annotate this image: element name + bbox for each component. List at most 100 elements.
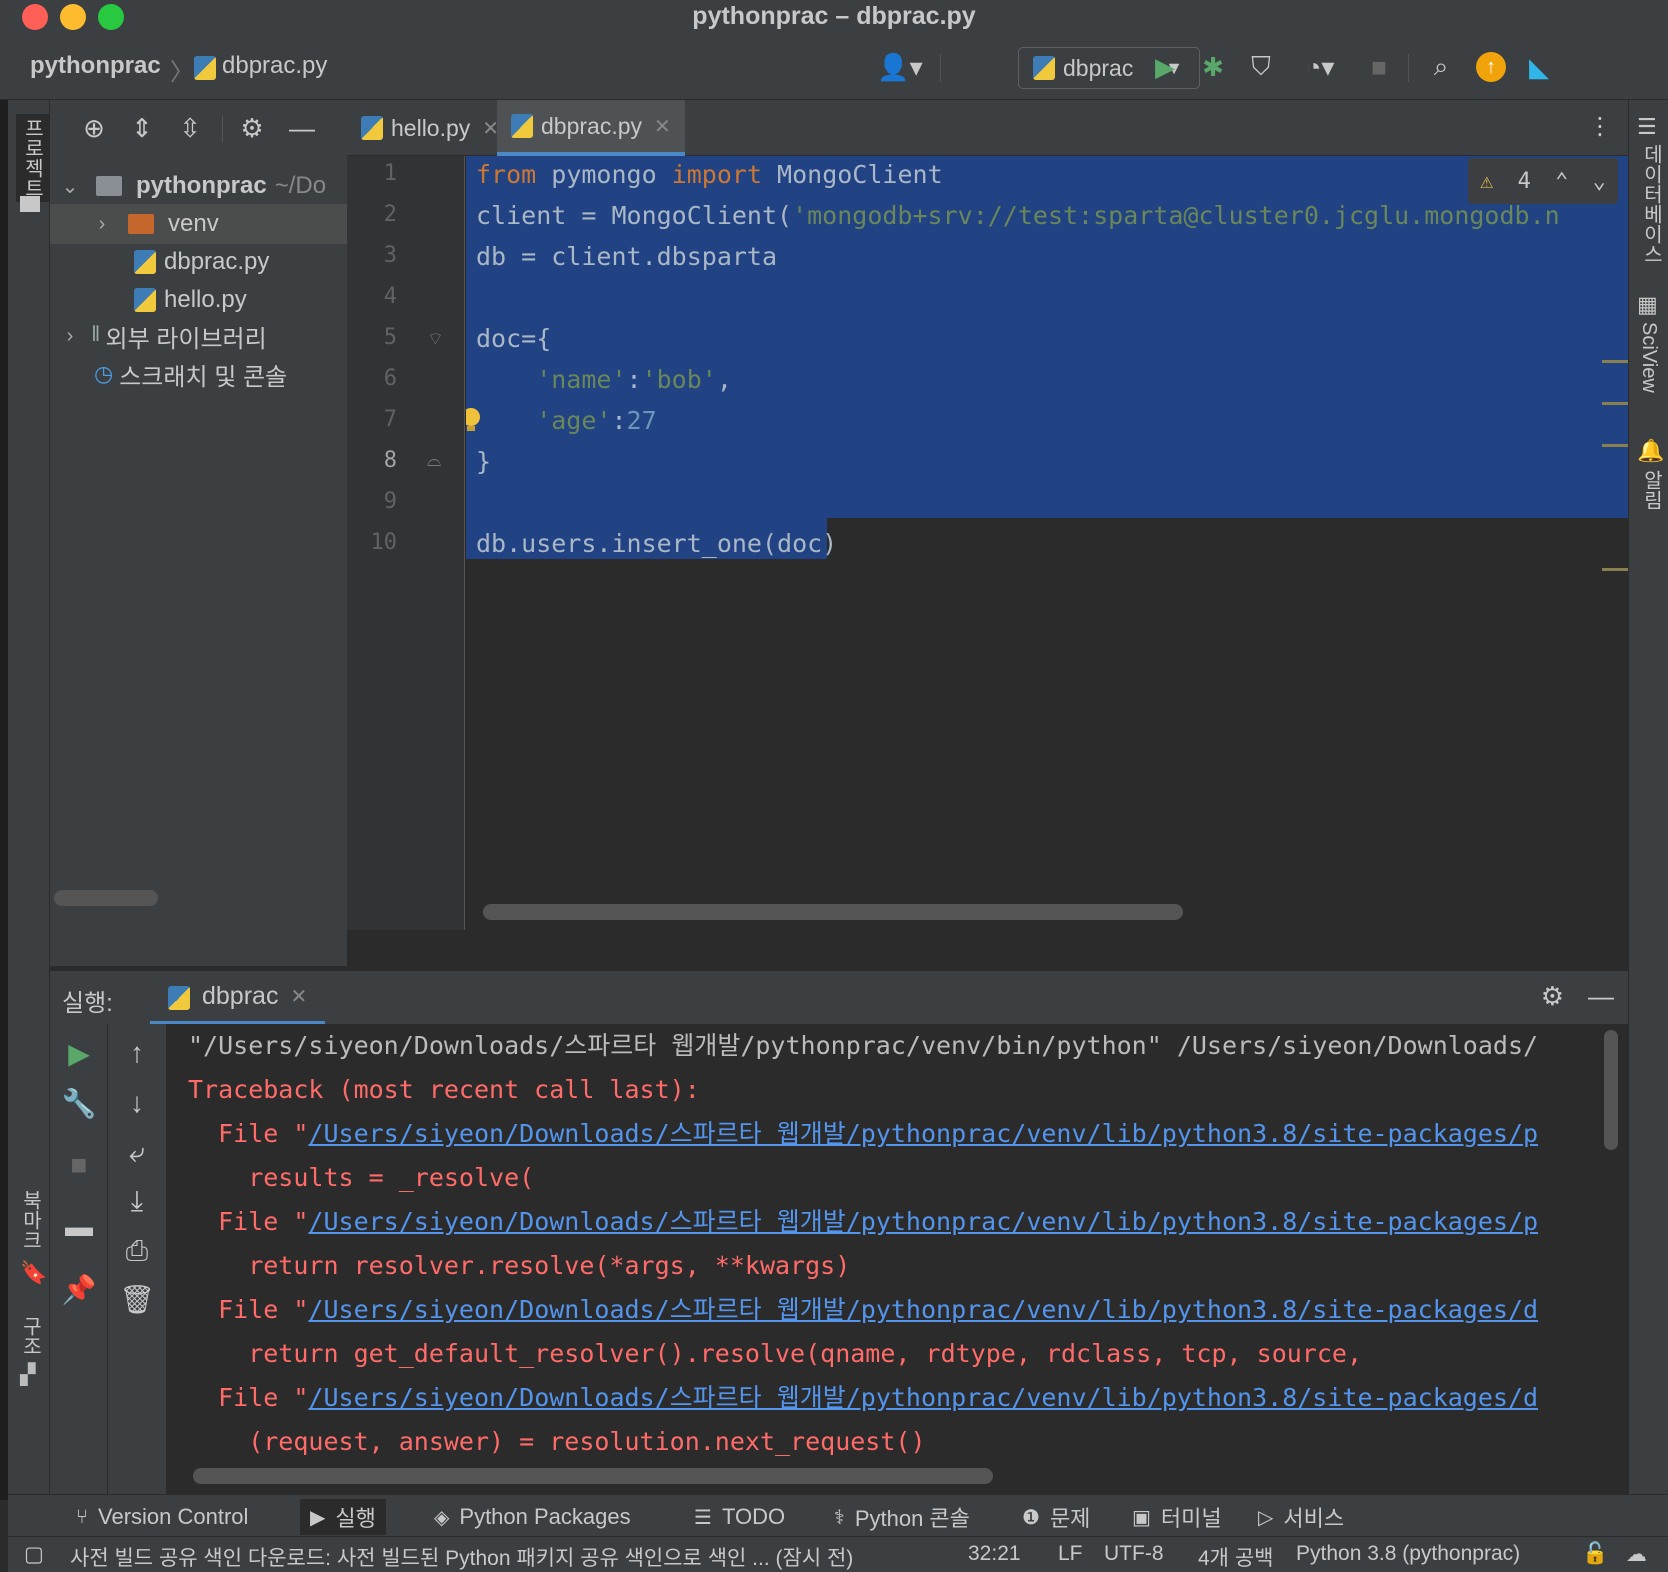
chevron-right-icon: › — [66, 324, 74, 347]
project-scrollbar[interactable] — [54, 890, 158, 906]
stop-icon[interactable]: ■ — [60, 1146, 98, 1184]
chevron-down-icon[interactable]: ⌄ — [1593, 169, 1606, 194]
breadcrumb-project[interactable]: pythonprac — [30, 52, 161, 80]
warning-marker[interactable] — [1602, 568, 1628, 571]
tab-terminal[interactable]: ▣ 터미널 — [1122, 1499, 1232, 1535]
structure-tool-button[interactable]: 구조 — [16, 1316, 45, 1356]
lightbulb-icon[interactable] — [466, 408, 480, 434]
tab-dbprac[interactable]: dbprac.py ✕ — [497, 100, 685, 156]
hide-panel-icon[interactable]: — — [1588, 981, 1614, 1012]
stop-icon[interactable]: ■ — [1360, 48, 1398, 86]
close-icon[interactable]: ✕ — [290, 984, 307, 1009]
tab-python-packages[interactable]: ◈ Python Packages — [424, 1499, 641, 1535]
tree-item-label: 외부 라이브러리 — [105, 325, 267, 353]
warning-marker[interactable] — [1602, 402, 1628, 405]
caret-position[interactable]: 32:21 — [968, 1542, 1021, 1566]
arrow-down-icon[interactable]: ↓ — [118, 1084, 156, 1122]
search-icon[interactable]: ⌕ — [1422, 48, 1460, 86]
cloud-icon[interactable]: ☁ — [1626, 1542, 1647, 1567]
line-number: 1 — [383, 161, 397, 186]
tree-item-dbprac[interactable]: dbprac.py — [50, 242, 347, 282]
editor-scrollbar[interactable] — [483, 904, 1183, 920]
tab-services[interactable]: ▷ 서비스 — [1248, 1499, 1354, 1535]
tab-label: hello.py — [391, 114, 471, 141]
run-icon[interactable]: ▶ — [1146, 48, 1184, 86]
warning-marker[interactable] — [1602, 444, 1628, 447]
scroll-to-end-icon[interactable]: ⤓ — [118, 1182, 156, 1220]
sciview-tool-button[interactable]: SciView — [1637, 322, 1660, 393]
run-toolbar-primary: ▶ 🔧 ■ ▬ 📌 — [50, 1024, 108, 1494]
status-message[interactable]: 사전 빌드 공유 색인 다운로드: 사전 빌드된 Python 패키지 공유 색… — [70, 1542, 853, 1572]
trash-icon[interactable]: 🗑 — [118, 1280, 156, 1318]
pin-icon[interactable]: 📌 — [60, 1270, 98, 1308]
tree-item-label: dbprac.py — [164, 248, 270, 275]
file-link[interactable]: /Users/siyeon/Downloads/스파르타 웹개발/pythonp… — [308, 1119, 1538, 1148]
print-icon[interactable]: ⎙ — [118, 1232, 156, 1270]
file-link[interactable]: /Users/siyeon/Downloads/스파르타 웹개발/pythonp… — [308, 1207, 1538, 1236]
jetbrains-toolbox-icon[interactable]: ◣ — [1520, 48, 1558, 86]
tree-item-scratches[interactable]: ◷ 스크래치 및 콘솔 — [50, 354, 347, 394]
notifications-tool-button[interactable]: 알림 — [1637, 470, 1666, 510]
info-icon: ❶ — [1022, 1506, 1040, 1529]
file-link[interactable]: /Users/siyeon/Downloads/스파르타 웹개발/pythonp… — [308, 1383, 1538, 1412]
collapse-all-icon[interactable]: ⇳ — [174, 112, 206, 144]
structure-icon: ▞ — [20, 1364, 36, 1386]
breadcrumb-separator-icon: 〉 — [170, 59, 194, 86]
inspection-widget[interactable]: ⚠ 4 ⌃ ⌄ — [1468, 158, 1618, 204]
arrow-up-icon[interactable]: ↑ — [118, 1034, 156, 1072]
code-editor[interactable]: from pymongo import MongoClient client =… — [466, 156, 1628, 930]
tab-problems[interactable]: ❶ 문제 — [1012, 1499, 1100, 1535]
file-link[interactable]: /Users/siyeon/Downloads/스파르타 웹개발/pythonp… — [308, 1295, 1538, 1324]
tab-run[interactable]: ▶ 실행 — [300, 1499, 386, 1535]
console-vertical-scrollbar[interactable] — [1604, 1030, 1618, 1150]
coverage-icon[interactable]: ⛉ — [1242, 48, 1280, 86]
tab-todo[interactable]: ☰ TODO — [684, 1499, 795, 1535]
python-interpreter[interactable]: Python 3.8 (pythonprac) — [1296, 1542, 1520, 1566]
tree-item-root[interactable]: ⌄ pythonprac ~/Do — [50, 166, 347, 206]
soft-wrap-icon[interactable]: ⤶ — [118, 1134, 156, 1172]
chevron-up-icon[interactable]: ⌃ — [1555, 169, 1568, 194]
tree-item-external-libraries[interactable]: › 𝍪 외부 라이브러리 — [50, 316, 347, 356]
rerun-icon[interactable]: ▶ — [60, 1034, 98, 1072]
account-icon[interactable]: 👤▾ — [874, 48, 926, 86]
toggle-tool-windows-icon[interactable]: ▢ — [24, 1542, 44, 1567]
output-line: File "/Users/siyeon/Downloads/스파르타 웹개발/p… — [188, 1295, 1539, 1324]
update-icon[interactable]: ↑ — [1472, 48, 1510, 86]
gear-icon[interactable]: ⚙ — [1541, 981, 1564, 1012]
debug-icon[interactable]: ✱ — [1194, 48, 1232, 86]
project-tool-button[interactable]: 프로젝트 — [16, 114, 49, 202]
close-icon[interactable]: ✕ — [654, 114, 671, 139]
layout-icon[interactable]: ▬ — [60, 1208, 98, 1246]
list-icon: ☰ — [694, 1506, 712, 1529]
code-line-10: db.users.insert_one(doc) — [476, 529, 838, 558]
lock-icon[interactable]: 🔓 — [1582, 1542, 1608, 1566]
bookmarks-tool-button[interactable]: 북마크 — [16, 1190, 45, 1250]
tree-item-hello[interactable]: hello.py — [50, 280, 347, 320]
tree-item-venv[interactable]: › venv — [50, 204, 347, 244]
more-options-icon[interactable]: ⋮ — [1588, 112, 1612, 141]
fold-icon[interactable]: ⌓ — [427, 450, 441, 471]
profile-icon[interactable]: ◔▾ — [1290, 48, 1350, 86]
wrench-icon[interactable]: 🔧 — [60, 1084, 98, 1122]
run-panel-header: 실행: dbprac ✕ ⚙ — — [50, 970, 1628, 1025]
line-separator[interactable]: LF — [1058, 1542, 1083, 1566]
tab-version-control[interactable]: ⑂ Version Control — [66, 1499, 258, 1535]
indent-setting[interactable]: 4개 공백 — [1198, 1542, 1273, 1572]
expand-all-icon[interactable]: ⇕ — [126, 112, 158, 144]
output-line: (request, answer) = resolution.next_requ… — [188, 1427, 926, 1456]
file-encoding[interactable]: UTF-8 — [1104, 1542, 1164, 1566]
services-icon: ▷ — [1258, 1506, 1274, 1529]
console-horizontal-scrollbar[interactable] — [193, 1468, 993, 1484]
tab-hello[interactable]: hello.py ✕ — [347, 100, 513, 156]
breadcrumb-file[interactable]: dbprac.py — [222, 52, 327, 80]
gear-icon[interactable]: ⚙ — [236, 112, 268, 144]
branch-icon: ⑂ — [76, 1505, 88, 1528]
hide-panel-icon[interactable]: — — [286, 112, 318, 144]
run-console-output[interactable]: "/Users/siyeon/Downloads/스파르타 웹개발/python… — [166, 1024, 1598, 1464]
tab-run-dbprac[interactable]: dbprac ✕ — [150, 971, 326, 1025]
database-tool-button[interactable]: 데이터베이스 — [1637, 144, 1666, 264]
locate-icon[interactable]: ⊕ — [78, 112, 110, 144]
fold-icon[interactable]: ⌔ — [427, 328, 444, 351]
warning-marker[interactable] — [1602, 360, 1628, 363]
tab-python-console[interactable]: ⚕ Python 콘솔 — [824, 1499, 980, 1535]
